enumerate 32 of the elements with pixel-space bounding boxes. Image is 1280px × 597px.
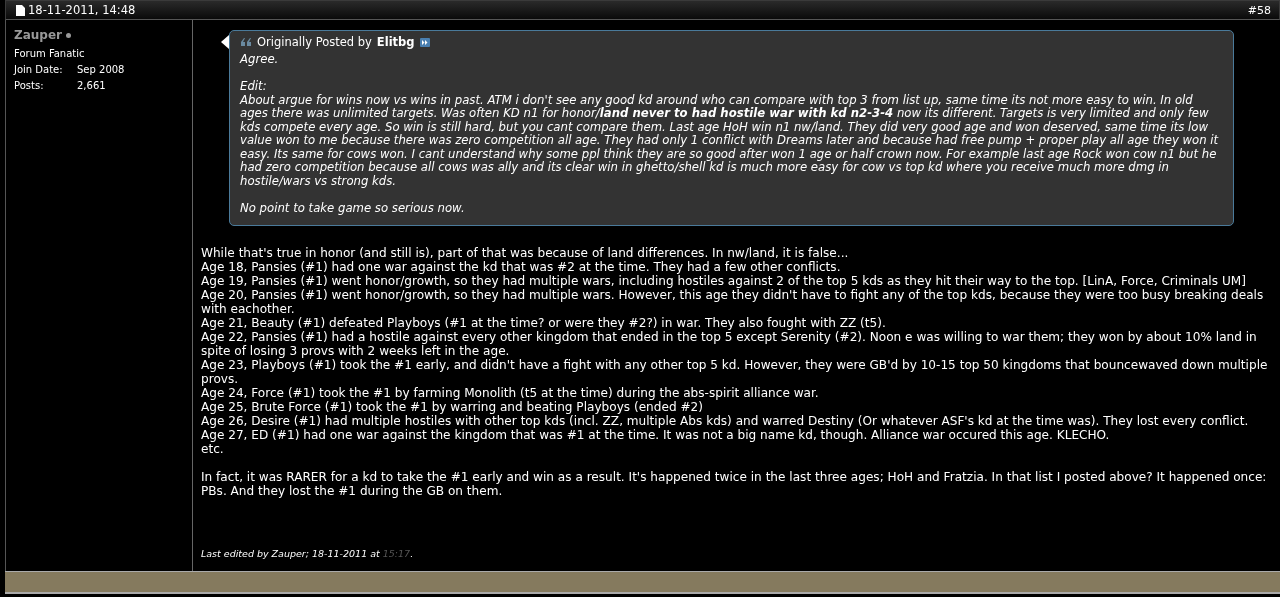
user-title: Forum Fanatic — [14, 48, 86, 59]
detail-label: Join Date: — [14, 64, 64, 75]
last-edited-note: Last edited by Zauper; 18-11-2011 at 15:17. — [201, 548, 415, 559]
post-text-line: Age 24, Force (#1) took the #1 by farming Monolith (t5 at the time) during the abs-spirit alliance war. — [201, 386, 820, 400]
post-text-line: Age 27, ED (#1) had one war against the kingdom that was #1 at the time. It was not a big name kd, though. Alliance war occured this age. KLECHO. — [201, 428, 1111, 442]
post-text-line: Age 18, Pansies (#1) had one war against the kd that was #2 at the time. They had a few other conflicts. — [201, 260, 842, 274]
quote-marks-icon — [240, 38, 252, 46]
post-text-line: While that's true in honor (and still is), part of that was because of land differences. In nw/land, it is false... — [201, 246, 850, 260]
post-text-line: Age 26, Desire (#1) had multiple hostiles with other top kds (incl. ZZ, multiple Abs kds) and warred Destiny (Or whatever ASF's kd at the time was). They lost every conflict. — [201, 414, 1250, 428]
quote-author: Elitbg — [376, 35, 415, 49]
username-link[interactable]: Zauper — [14, 28, 192, 42]
quote-text: About argue for wins now vs wins in past. ATM i don't see any good kd around who can compare with top 3 from list up, same time its not more easy to win. In old ages there was unlimited targets. Was often KD n1 for honor/land never to had hostile war with kd n2-3-4 now its different. Targets is very limited and only few kds compete every age. So win is still hard, but you cant compare them. Last age HoH win n1 nw/land. They did very good age and won deserved, same time its low value won to me because there was zero competition all age. They had only 1 conflict with Dreams later and because had free pump + proper play all age they won it easy. Its same for cows won. I cant understand why some ppl think they are so good after won 1 age or half crown now. For example last age Rock won cow n1 but he had zero competition because all cows was ally and its clear win in ghetto/shell kd is much more easy for cow vs top kd where you receive much more dmg in hostile/wars vs strong kds. — [240, 93, 1220, 188]
detail-value: Sep 2008 — [77, 64, 125, 75]
post-text-line: Age 25, Brute Force (#1) took the #1 by warring and beating Playboys (ended #2) — [201, 400, 704, 414]
view-post-icon[interactable] — [419, 37, 430, 47]
post-text-line: Age 19, Pansies (#1) went honor/growth, so they had multiple wars, including hostiles against 2 of the top 5 kds as they hit their way to the top. [LinA, Force, Criminals UM] — [201, 274, 1247, 288]
post-text-line: In fact, it was RARER for a kd to take the #1 early and win as a result. It's happened twice in the last three ages; HoH and Fratzia. In that list I posted above? It happened once: PBs. And they lost the #1 during the GB on them. — [201, 470, 1268, 498]
quote-text: Agree. — [240, 53, 280, 67]
post-text-line: Age 23, Playboys (#1) took the #1 early, and didn't have a fight with any other top 5 kd. However, they were GB'd by 10-15 top 50 kingdoms that bouncewaved down multiple provs. — [201, 358, 1268, 386]
post-text-line: Age 22, Pansies (#1) had a hostile against every other kingdom that ended in the top 5 except Serenity (#2). Noon e was willing to war them; they won by about 10% land in spite of losing 3 provs with 2 weeks left in the age. — [201, 330, 1258, 358]
post-text-line: Age 21, Beauty (#1) defeated Playboys (#1 at the time? or were they #2?) in war. They also fought with ZZ (t5). — [201, 316, 887, 330]
post-date: 18-11-2011, 14:48 — [16, 3, 136, 17]
post-text-line: etc. — [201, 442, 225, 456]
detail-label: Posts: — [14, 80, 45, 91]
detail-value: 2,661 — [77, 80, 106, 91]
quote-text: No point to take game so serious now. — [240, 201, 466, 215]
document-icon — [16, 4, 25, 16]
status-dot-icon — [66, 32, 71, 38]
quote-text: Edit: — [240, 80, 268, 94]
post-text-line: Age 20, Pansies (#1) went honor/growth, so they had multiple wars. However, this age they didn't have to fight any of the top kds, because they were too busy breaking deals with eachother. — [201, 288, 1265, 316]
post-number-link[interactable]: #58 — [1247, 3, 1271, 17]
quote-attribution: Originally Posted by — [257, 35, 372, 49]
